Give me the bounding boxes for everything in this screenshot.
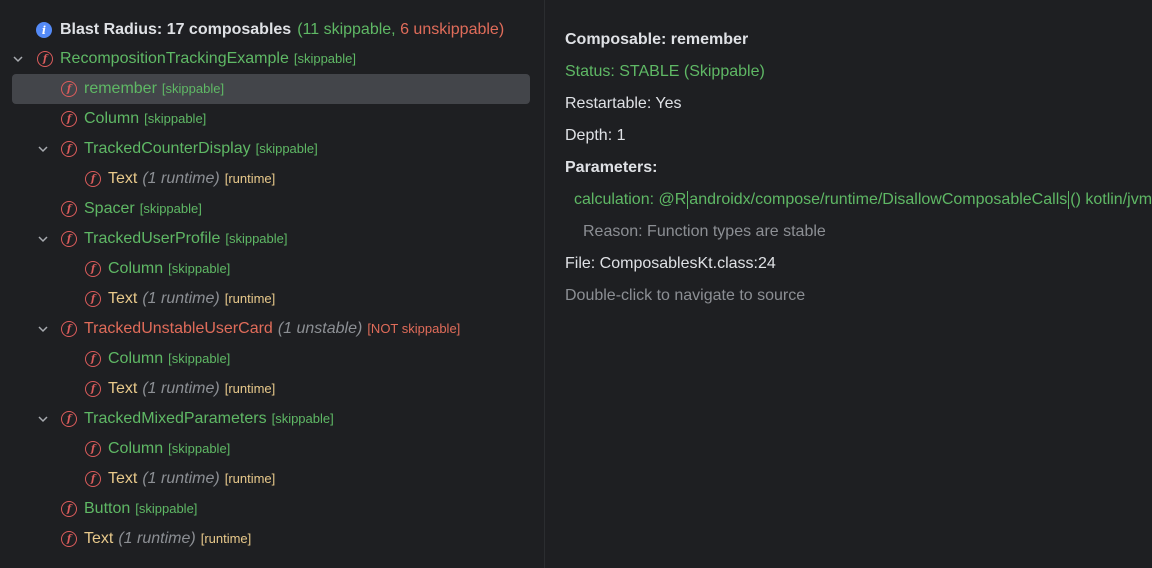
detail-parameter: calculation: @R androidx/compose/runtime/… [574,188,1152,212]
skippability-tag: [skippable] [255,141,318,156]
tree-row-trackedmixedparameters[interactable]: f TrackedMixedParameters [skippable] [12,404,530,434]
function-icon: f [37,51,53,67]
skippability-tag: [runtime] [224,381,276,396]
function-icon: f [61,411,77,427]
function-icon: f [61,141,77,157]
skippability-tag: [skippable] [144,111,207,126]
skippability-tag: [skippable] [168,261,231,276]
header-title: Blast Radius: 17 composables [60,21,292,38]
composable-name: Text [108,470,138,487]
skippability-tag: [runtime] [224,471,276,486]
composable-name: RecompositionTrackingExample [60,50,289,67]
composable-name: Column [84,110,140,127]
detail-reason: Reason: Function types are stable [583,223,826,240]
function-icon: f [61,501,77,517]
detail-restartable: Restartable: Yes [565,95,682,112]
composable-name: TrackedUnstableUserCard [84,320,273,337]
skippability-tag: [skippable] [139,201,202,216]
skippability-tag: [skippable] [168,351,231,366]
info-icon: i [36,22,52,38]
tree-row-text[interactable]: f Text (1 runtime) [runtime] [12,464,530,494]
skippability-tag: [skippable] [225,231,288,246]
function-icon: f [61,81,77,97]
runtime-note: (1 runtime) [142,290,220,307]
skippability-tag: [skippable] [161,81,225,96]
composable-name: Column [108,260,164,277]
param-type: () kotlin/jvm/functions/Function0; [1070,191,1152,208]
skippability-tag: [runtime] [200,531,252,546]
composable-name: Button [84,500,131,517]
skippability-tag: [skippable] [271,411,334,426]
function-icon: f [85,441,101,457]
skippability-tag: [runtime] [224,171,276,186]
composable-name: Column [108,440,164,457]
composable-name: Text [108,290,138,307]
tree-row-column[interactable]: f Column [skippable] [12,344,530,374]
tree-row-trackedcounterdisplay[interactable]: f TrackedCounterDisplay [skippable] [12,134,530,164]
tree-row-column[interactable]: f Column [skippable] [12,104,530,134]
skippability-tag: [skippable] [293,51,356,66]
function-icon: f [61,111,77,127]
tree-row-column[interactable]: f Column [skippable] [12,254,530,284]
composable-name: remember [84,80,157,97]
function-icon: f [85,471,101,487]
function-icon: f [85,291,101,307]
skippability-tag: [skippable] [135,501,198,516]
param-name: calculation: @R [574,191,687,208]
function-icon: f [85,261,101,277]
function-icon: f [85,381,101,397]
tree-row-trackedunstableusercard[interactable]: f TrackedUnstableUserCard (1 unstable) [… [12,314,530,344]
function-icon: f [61,201,77,217]
tree-row-text[interactable]: f Text (1 runtime) [runtime] [12,164,530,194]
chevron-down-icon[interactable] [37,143,49,155]
details-panel: Composable: remember Status: STABLE (Ski… [545,0,1152,568]
tree-row-spacer[interactable]: f Spacer [skippable] [12,194,530,224]
composable-name: TrackedMixedParameters [84,410,267,427]
detail-parameters-heading: Parameters: [565,159,658,176]
unstable-note: (1 unstable) [277,320,363,337]
detail-composable: Composable: remember [565,31,749,48]
composable-name: Spacer [84,200,135,217]
param-annotation: androidx/compose/runtime/DisallowComposa… [689,191,1068,208]
composable-name: TrackedUserProfile [84,230,221,247]
skippability-tag: [skippable] [168,441,231,456]
composable-name: Text [108,380,138,397]
runtime-note: (1 runtime) [142,170,220,187]
runtime-note: (1 runtime) [118,530,196,547]
composable-name: Text [84,530,114,547]
tree-row-column[interactable]: f Column [skippable] [12,434,530,464]
composable-name: TrackedCounterDisplay [84,140,251,157]
function-icon: f [85,351,101,367]
detail-hint: Double-click to navigate to source [565,287,806,304]
function-icon: f [61,231,77,247]
detail-depth: Depth: 1 [565,127,626,144]
runtime-note: (1 runtime) [142,380,220,397]
chevron-down-icon[interactable] [37,233,49,245]
tree-row-text[interactable]: f Text (1 runtime) [runtime] [12,284,530,314]
header-close-paren: ) [498,21,505,38]
blast-radius-tree-panel: i Blast Radius: 17 composables ( 11 skip… [0,0,545,568]
composable-name: Text [108,170,138,187]
detail-file[interactable]: File: ComposablesKt.class:24 [565,252,776,276]
header-skippable-count: 11 skippable, [302,21,396,38]
function-icon: f [85,171,101,187]
chevron-down-icon[interactable] [12,53,24,65]
composable-name: Column [108,350,164,367]
runtime-note: (1 runtime) [142,470,220,487]
function-icon: f [61,321,77,337]
skippability-tag: [runtime] [224,291,276,306]
header-unskippable-count: 6 unskippable [400,21,499,38]
tree-row-text[interactable]: f Text (1 runtime) [runtime] [12,374,530,404]
tree-row-trackeduserprofile[interactable]: f TrackedUserProfile [skippable] [12,224,530,254]
chevron-down-icon[interactable] [37,413,49,425]
tree-header: i Blast Radius: 17 composables ( 11 skip… [36,18,504,42]
tree-row-button[interactable]: f Button [skippable] [12,494,530,524]
tree-row-recompositiontrackingexample[interactable]: f RecompositionTrackingExample [skippabl… [12,44,530,74]
tree-row-remember[interactable]: f remember [skippable] [12,74,530,104]
tree-row-text[interactable]: f Text (1 runtime) [runtime] [12,524,530,554]
detail-status: Status: STABLE (Skippable) [565,63,765,80]
function-icon: f [61,531,77,547]
chevron-down-icon[interactable] [37,323,49,335]
skippability-tag: [NOT skippable] [367,321,461,336]
